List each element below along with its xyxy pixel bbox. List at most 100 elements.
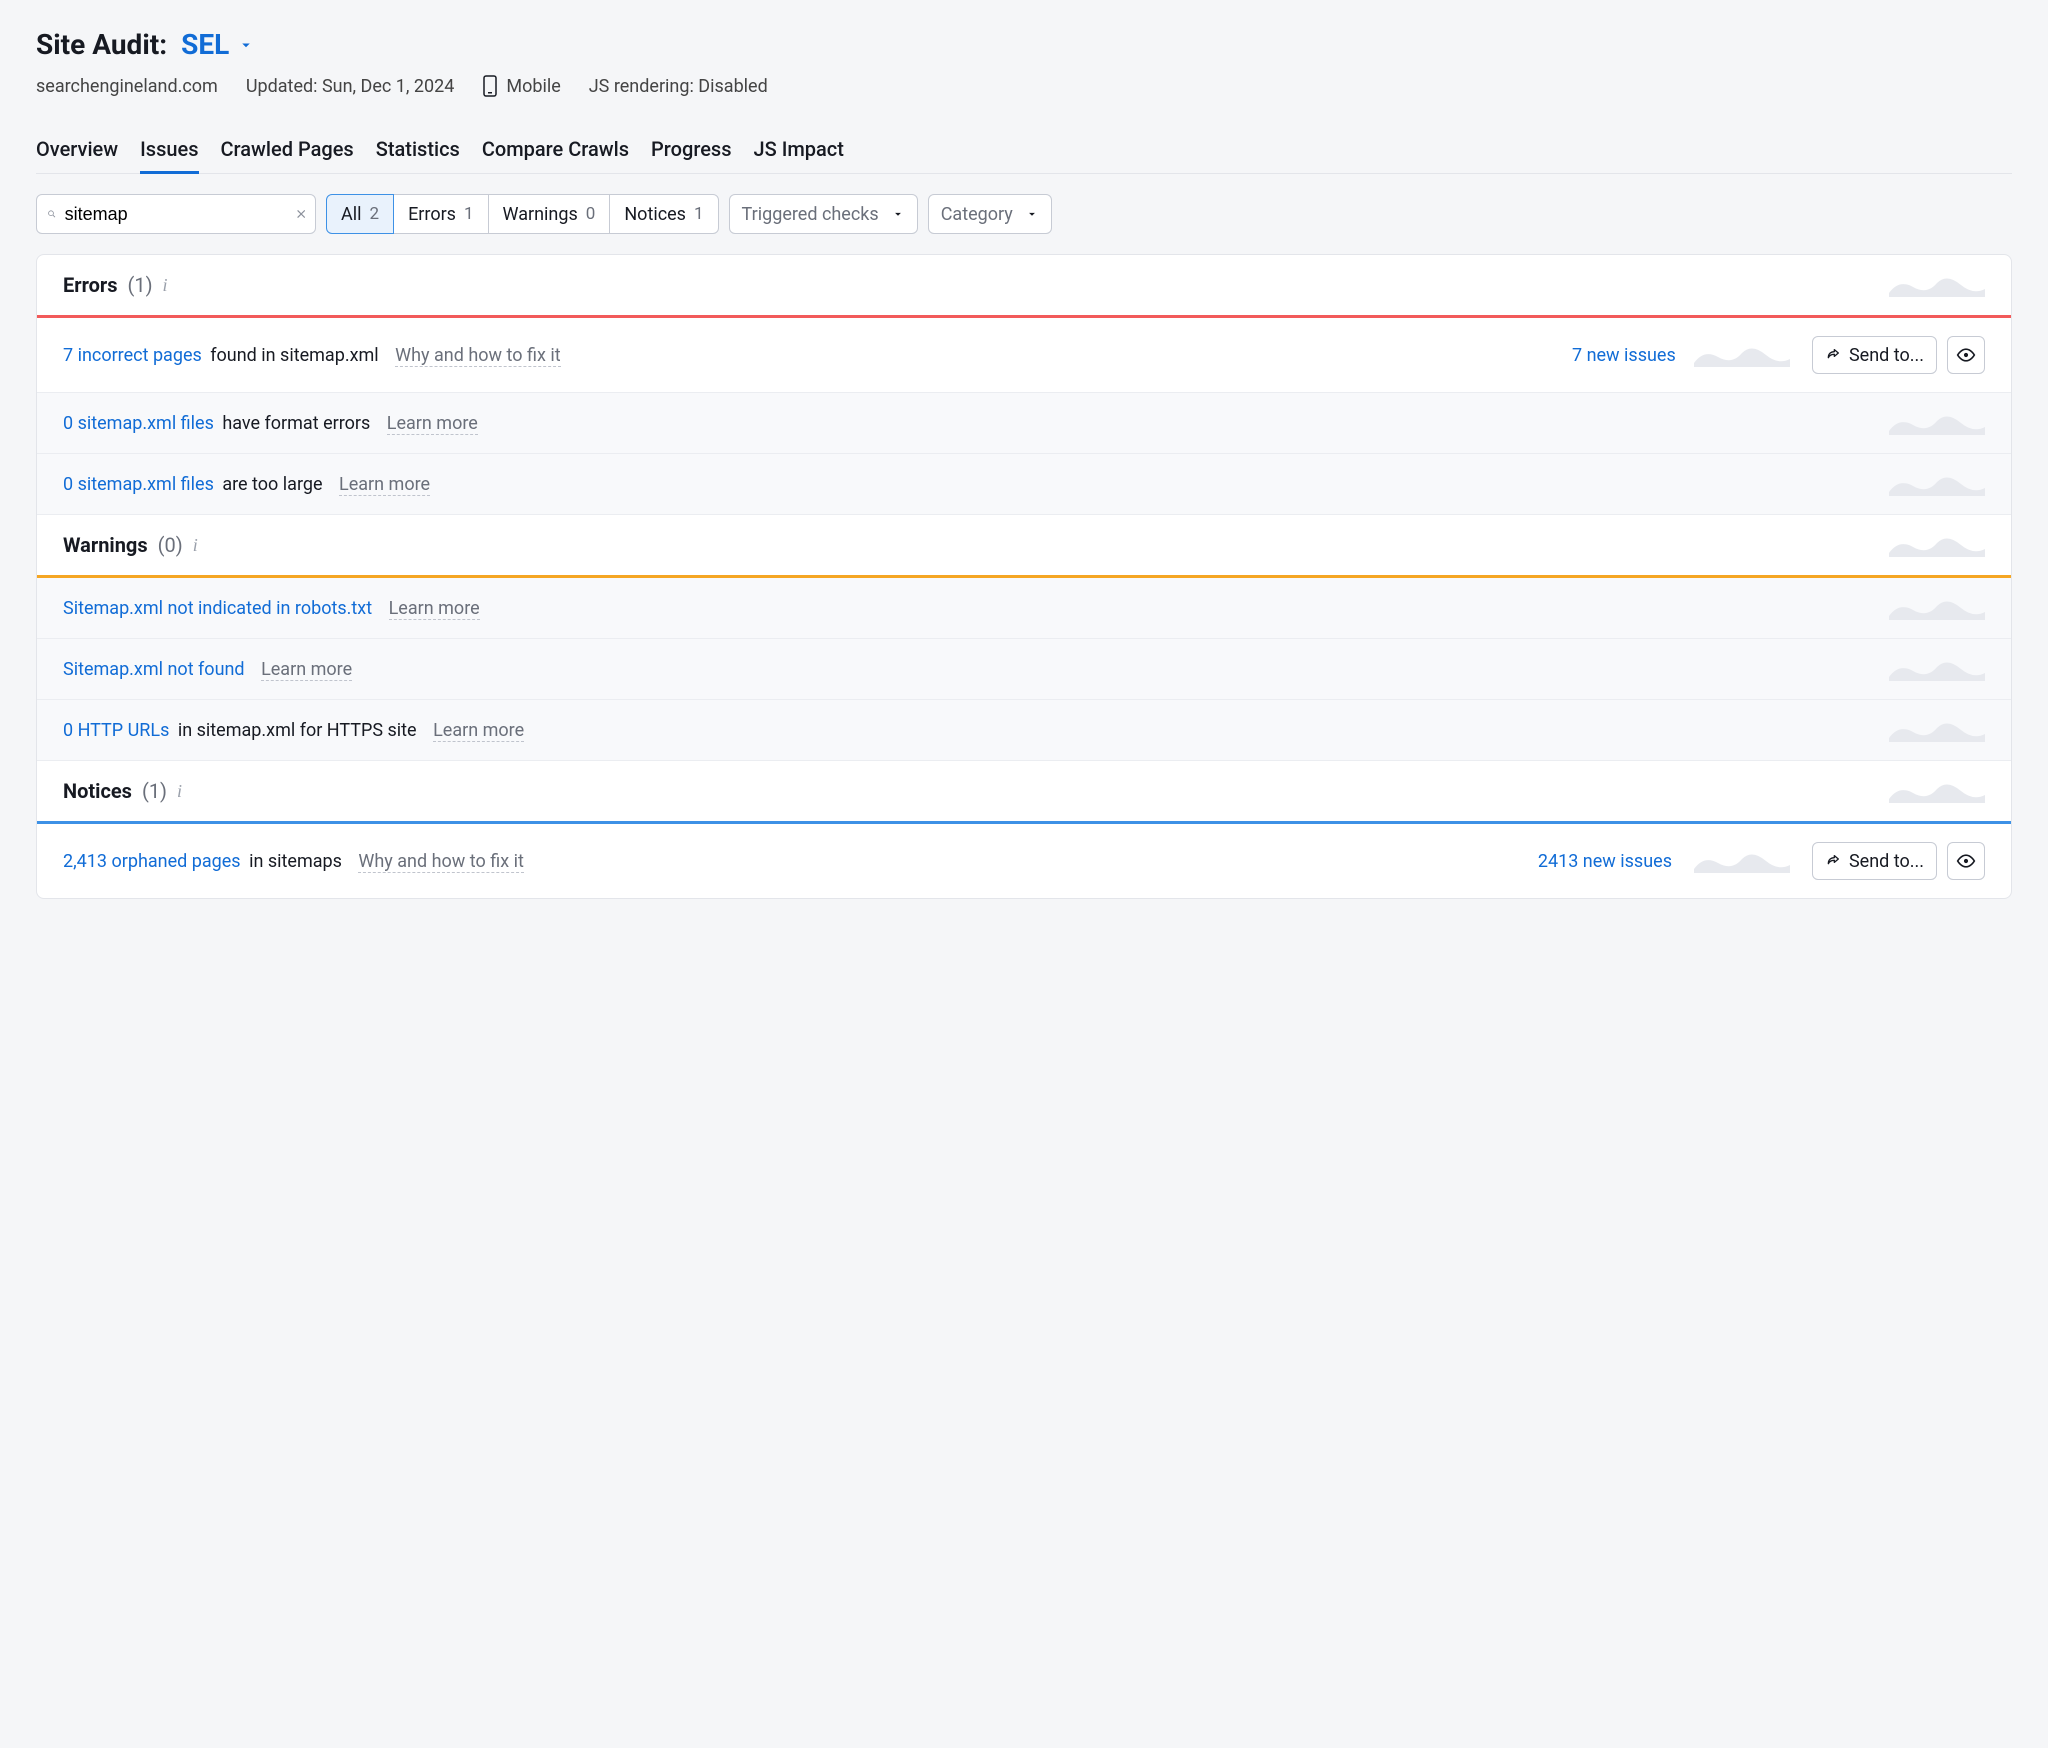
issue-row-orphaned: 2,413 orphaned pages in sitemaps Why and…	[37, 824, 2011, 898]
issue-link[interactable]: 7 incorrect pages	[63, 345, 202, 366]
issue-learn-more[interactable]: Why and how to fix it	[358, 851, 523, 873]
issue-row-http-urls: 0 HTTP URLs in sitemap.xml for HTTPS sit…	[37, 699, 2011, 760]
meta-device: Mobile	[482, 75, 560, 97]
tab-progress[interactable]: Progress	[651, 125, 731, 173]
filter-warnings-label: Warnings	[503, 204, 578, 225]
filter-all-label: All	[341, 204, 362, 225]
group-notices-count: (1)	[142, 779, 167, 803]
filter-notices[interactable]: Notices 1	[609, 194, 718, 234]
issue-learn-more[interactable]: Learn more	[339, 474, 430, 496]
send-to-button[interactable]: Send to...	[1812, 336, 1937, 374]
meta-device-label: Mobile	[506, 76, 560, 97]
eye-icon	[1956, 851, 1976, 871]
info-icon[interactable]: i	[163, 275, 168, 296]
filter-notices-count: 1	[694, 204, 704, 224]
meta-updated: Updated: Sun, Dec 1, 2024	[246, 76, 455, 97]
issue-link[interactable]: 0 sitemap.xml files	[63, 474, 214, 495]
issue-learn-more[interactable]: Learn more	[261, 659, 352, 681]
sparkline-placeholder	[1889, 472, 1985, 496]
new-issues-link[interactable]: 7 new issues	[1572, 345, 1672, 366]
issue-rest-text: found in sitemap.xml	[210, 345, 378, 366]
issue-learn-more[interactable]: Why and how to fix it	[395, 345, 560, 367]
toolbar: All 2 Errors 1 Warnings 0 Notices 1 Trig…	[36, 194, 2012, 234]
filter-warnings[interactable]: Warnings 0	[488, 194, 611, 234]
issue-link[interactable]: Sitemap.xml not found	[63, 659, 245, 680]
page-title: Site Audit:	[36, 28, 167, 61]
tab-compare-crawls[interactable]: Compare Crawls	[482, 125, 629, 173]
issue-row-too-large: 0 sitemap.xml files are too large Learn …	[37, 453, 2011, 514]
issue-link[interactable]: 0 sitemap.xml files	[63, 413, 214, 434]
issue-link[interactable]: 0 HTTP URLs	[63, 720, 169, 741]
view-button[interactable]	[1947, 336, 1985, 374]
tabs-nav: Overview Issues Crawled Pages Statistics…	[36, 125, 2012, 174]
sparkline-placeholder	[1889, 533, 1985, 557]
sparkline-placeholder	[1889, 411, 1985, 435]
group-warnings-title: Warnings	[63, 533, 148, 557]
send-to-button[interactable]: Send to...	[1812, 842, 1937, 880]
share-arrow-icon	[1825, 347, 1841, 363]
search-input-wrap[interactable]	[36, 194, 316, 234]
results-panel: Errors (1) i 7 incorrect pages found in …	[36, 254, 2012, 899]
tab-crawled-pages[interactable]: Crawled Pages	[221, 125, 354, 173]
tab-js-impact[interactable]: JS Impact	[754, 125, 844, 173]
filter-group: All 2 Errors 1 Warnings 0 Notices 1	[326, 194, 719, 234]
tab-statistics[interactable]: Statistics	[376, 125, 460, 173]
group-errors-title: Errors	[63, 273, 117, 297]
filter-all-count: 2	[370, 204, 380, 224]
dropdown-category-label: Category	[941, 204, 1013, 225]
sparkline-placeholder	[1889, 273, 1985, 297]
issue-row-notfound: Sitemap.xml not found Learn more	[37, 638, 2011, 699]
project-selector[interactable]: SEL	[181, 28, 255, 61]
chevron-down-icon	[891, 207, 905, 221]
info-icon[interactable]: i	[193, 535, 198, 556]
info-icon[interactable]: i	[177, 781, 182, 802]
issue-link[interactable]: 2,413 orphaned pages	[63, 851, 241, 872]
issue-learn-more[interactable]: Learn more	[387, 413, 478, 435]
dropdown-triggered-checks[interactable]: Triggered checks	[729, 194, 918, 234]
sparkline-placeholder	[1889, 657, 1985, 681]
sparkline-placeholder	[1694, 343, 1790, 367]
issue-link[interactable]: Sitemap.xml not indicated in robots.txt	[63, 598, 372, 619]
group-errors-header: Errors (1) i	[37, 255, 2011, 315]
issue-learn-more[interactable]: Learn more	[389, 598, 480, 620]
project-selector-label: SEL	[181, 28, 229, 61]
send-to-button-label: Send to...	[1849, 851, 1924, 872]
filter-errors-count: 1	[464, 204, 474, 224]
page-title-row: Site Audit: SEL	[36, 28, 2012, 61]
group-notices-title: Notices	[63, 779, 132, 803]
meta-js-rendering: JS rendering: Disabled	[589, 76, 768, 97]
search-icon	[47, 206, 57, 222]
group-warnings-count: (0)	[158, 533, 183, 557]
search-input[interactable]	[65, 204, 297, 225]
eye-icon	[1956, 345, 1976, 365]
clear-icon[interactable]	[297, 207, 305, 221]
issue-rest-text: in sitemap.xml for HTTPS site	[178, 720, 417, 741]
meta-row: searchengineland.com Updated: Sun, Dec 1…	[36, 75, 2012, 97]
group-warnings-header: Warnings (0) i	[37, 514, 2011, 575]
tab-issues[interactable]: Issues	[140, 125, 198, 173]
filter-errors[interactable]: Errors 1	[393, 194, 488, 234]
sparkline-placeholder	[1889, 718, 1985, 742]
issue-learn-more[interactable]: Learn more	[433, 720, 524, 742]
mobile-icon	[482, 75, 498, 97]
issue-rest-text: are too large	[222, 474, 322, 495]
tab-overview[interactable]: Overview	[36, 125, 118, 173]
dropdown-triggered-checks-label: Triggered checks	[742, 204, 879, 225]
filter-all[interactable]: All 2	[326, 194, 394, 234]
sparkline-placeholder	[1889, 596, 1985, 620]
issue-row-incorrect-pages: 7 incorrect pages found in sitemap.xml W…	[37, 318, 2011, 392]
filter-errors-label: Errors	[408, 204, 456, 225]
dropdown-category[interactable]: Category	[928, 194, 1052, 234]
sparkline-placeholder	[1889, 779, 1985, 803]
filter-warnings-count: 0	[586, 204, 596, 224]
group-errors-count: (1)	[127, 273, 152, 297]
new-issues-link[interactable]: 2413 new issues	[1538, 851, 1672, 872]
issue-row-robots: Sitemap.xml not indicated in robots.txt …	[37, 578, 2011, 638]
issue-row-format-errors: 0 sitemap.xml files have format errors L…	[37, 392, 2011, 453]
share-arrow-icon	[1825, 853, 1841, 869]
issue-rest-text: in sitemaps	[249, 851, 342, 872]
issue-rest-text: have format errors	[222, 413, 370, 434]
sparkline-placeholder	[1694, 849, 1790, 873]
view-button[interactable]	[1947, 842, 1985, 880]
meta-domain: searchengineland.com	[36, 76, 218, 97]
